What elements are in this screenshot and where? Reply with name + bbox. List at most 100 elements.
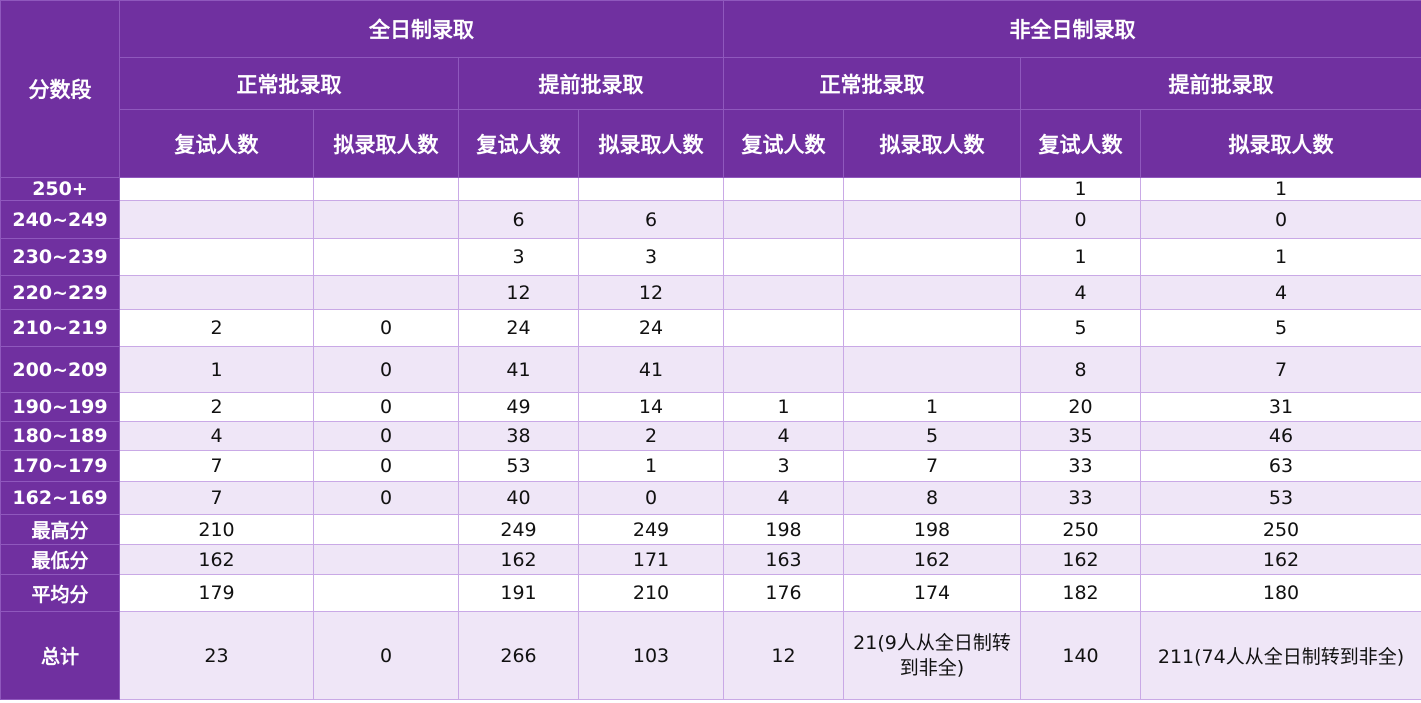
table-cell bbox=[313, 200, 459, 239]
row-label: 170~179 bbox=[0, 450, 120, 482]
table-cell: 210 bbox=[578, 574, 724, 612]
table-row: 230~239 3 3 1 1 bbox=[0, 238, 1421, 276]
subgroup-header: 正常批录取 bbox=[119, 57, 459, 110]
table-cell bbox=[313, 514, 459, 545]
table-cell: 176 bbox=[723, 574, 844, 612]
table-cell: 162 bbox=[1020, 544, 1141, 575]
parttime-group-header: 非全日制录取 bbox=[723, 0, 1421, 58]
table-cell: 7 bbox=[1140, 346, 1421, 393]
table-row: 190~199 2 0 49 14 1 1 20 31 bbox=[0, 392, 1421, 422]
table-cell: 8 bbox=[1020, 346, 1141, 393]
table-cell: 4 bbox=[1020, 275, 1141, 310]
table-row: 最高分 210 249 249 198 198 250 250 bbox=[0, 514, 1421, 545]
column-header: 复试人数 bbox=[458, 109, 579, 178]
row-label: 平均分 bbox=[0, 574, 120, 612]
table-cell: 53 bbox=[458, 450, 579, 482]
row-label: 180~189 bbox=[0, 421, 120, 451]
table-cell: 0 bbox=[313, 421, 459, 451]
table-cell bbox=[578, 177, 724, 201]
table-cell bbox=[723, 346, 844, 393]
table-cell: 4 bbox=[723, 421, 844, 451]
table-cell: 0 bbox=[313, 611, 459, 700]
table-cell: 7 bbox=[119, 481, 314, 515]
table-cell: 162 bbox=[1140, 544, 1421, 575]
table-cell: 4 bbox=[119, 421, 314, 451]
row-label: 210~219 bbox=[0, 309, 120, 347]
table-cell: 5 bbox=[843, 421, 1021, 451]
table-cell bbox=[458, 177, 579, 201]
table-cell: 46 bbox=[1140, 421, 1421, 451]
table-cell: 12 bbox=[578, 275, 724, 310]
table-cell: 53 bbox=[1140, 481, 1421, 515]
table-cell: 2 bbox=[119, 309, 314, 347]
table-cell bbox=[723, 309, 844, 347]
table-cell: 31 bbox=[1140, 392, 1421, 422]
table-cell: 3 bbox=[578, 238, 724, 276]
table-cell: 5 bbox=[1140, 309, 1421, 347]
row-label: 总计 bbox=[0, 611, 120, 700]
table-cell: 33 bbox=[1020, 450, 1141, 482]
table-cell: 0 bbox=[578, 481, 724, 515]
table-cell: 8 bbox=[843, 481, 1021, 515]
table-cell: 182 bbox=[1020, 574, 1141, 612]
table-cell: 12 bbox=[723, 611, 844, 700]
table-cell: 198 bbox=[723, 514, 844, 545]
table-cell: 174 bbox=[843, 574, 1021, 612]
table-cell: 266 bbox=[458, 611, 579, 700]
table-cell: 1 bbox=[723, 392, 844, 422]
table-cell: 24 bbox=[578, 309, 724, 347]
table-cell bbox=[843, 200, 1021, 239]
table-cell: 41 bbox=[458, 346, 579, 393]
row-label: 200~209 bbox=[0, 346, 120, 393]
score-table: 分数段 全日制录取 非全日制录取 正常批录取 提前批录取 正常批录取 提前批录取… bbox=[0, 0, 1421, 700]
table-cell: 1 bbox=[843, 392, 1021, 422]
table-cell: 20 bbox=[1020, 392, 1141, 422]
table-cell bbox=[313, 238, 459, 276]
table-cell: 33 bbox=[1020, 481, 1141, 515]
table-row: 210~219 2 0 24 24 5 5 bbox=[0, 309, 1421, 347]
table-cell: 140 bbox=[1020, 611, 1141, 700]
table-row: 180~189 4 0 38 2 4 5 35 46 bbox=[0, 421, 1421, 451]
row-label: 240~249 bbox=[0, 200, 120, 239]
table-cell: 40 bbox=[458, 481, 579, 515]
row-label: 230~239 bbox=[0, 238, 120, 276]
table-cell: 35 bbox=[1020, 421, 1141, 451]
subgroup-header: 提前批录取 bbox=[458, 57, 724, 110]
row-label: 162~169 bbox=[0, 481, 120, 515]
table-row: 162~169 7 0 40 0 4 8 33 53 bbox=[0, 481, 1421, 515]
table-cell: 4 bbox=[1140, 275, 1421, 310]
table-cell: 24 bbox=[458, 309, 579, 347]
column-header: 拟录取人数 bbox=[578, 109, 724, 178]
table-cell bbox=[119, 238, 314, 276]
table-cell bbox=[119, 200, 314, 239]
score-band-header: 分数段 bbox=[0, 0, 120, 178]
table-cell: 14 bbox=[578, 392, 724, 422]
table-cell: 171 bbox=[578, 544, 724, 575]
table-cell: 5 bbox=[1020, 309, 1141, 347]
subgroup-header: 正常批录取 bbox=[723, 57, 1021, 110]
table-cell: 1 bbox=[1140, 177, 1421, 201]
table-cell bbox=[723, 238, 844, 276]
table-cell bbox=[843, 177, 1021, 201]
table-cell bbox=[119, 275, 314, 310]
table-cell: 210 bbox=[119, 514, 314, 545]
table-cell: 0 bbox=[1020, 200, 1141, 239]
table-cell bbox=[313, 275, 459, 310]
table-cell bbox=[723, 275, 844, 310]
fulltime-group-header: 全日制录取 bbox=[119, 0, 724, 58]
table-cell: 249 bbox=[578, 514, 724, 545]
row-label: 最低分 bbox=[0, 544, 120, 575]
row-label: 220~229 bbox=[0, 275, 120, 310]
table-cell bbox=[843, 346, 1021, 393]
table-cell bbox=[723, 177, 844, 201]
table-cell bbox=[313, 177, 459, 201]
table-cell: 4 bbox=[723, 481, 844, 515]
table-cell: 0 bbox=[313, 450, 459, 482]
table-cell: 1 bbox=[1140, 238, 1421, 276]
table-cell: 0 bbox=[313, 309, 459, 347]
table-cell: 6 bbox=[578, 200, 724, 239]
table-cell: 2 bbox=[119, 392, 314, 422]
table-body: 250+ 1 1 240~249 6 6 0 0 230~239 3 3 1 1 220~229 12 12 4… bbox=[0, 177, 1421, 700]
table-cell: 12 bbox=[458, 275, 579, 310]
table-cell: 7 bbox=[119, 450, 314, 482]
